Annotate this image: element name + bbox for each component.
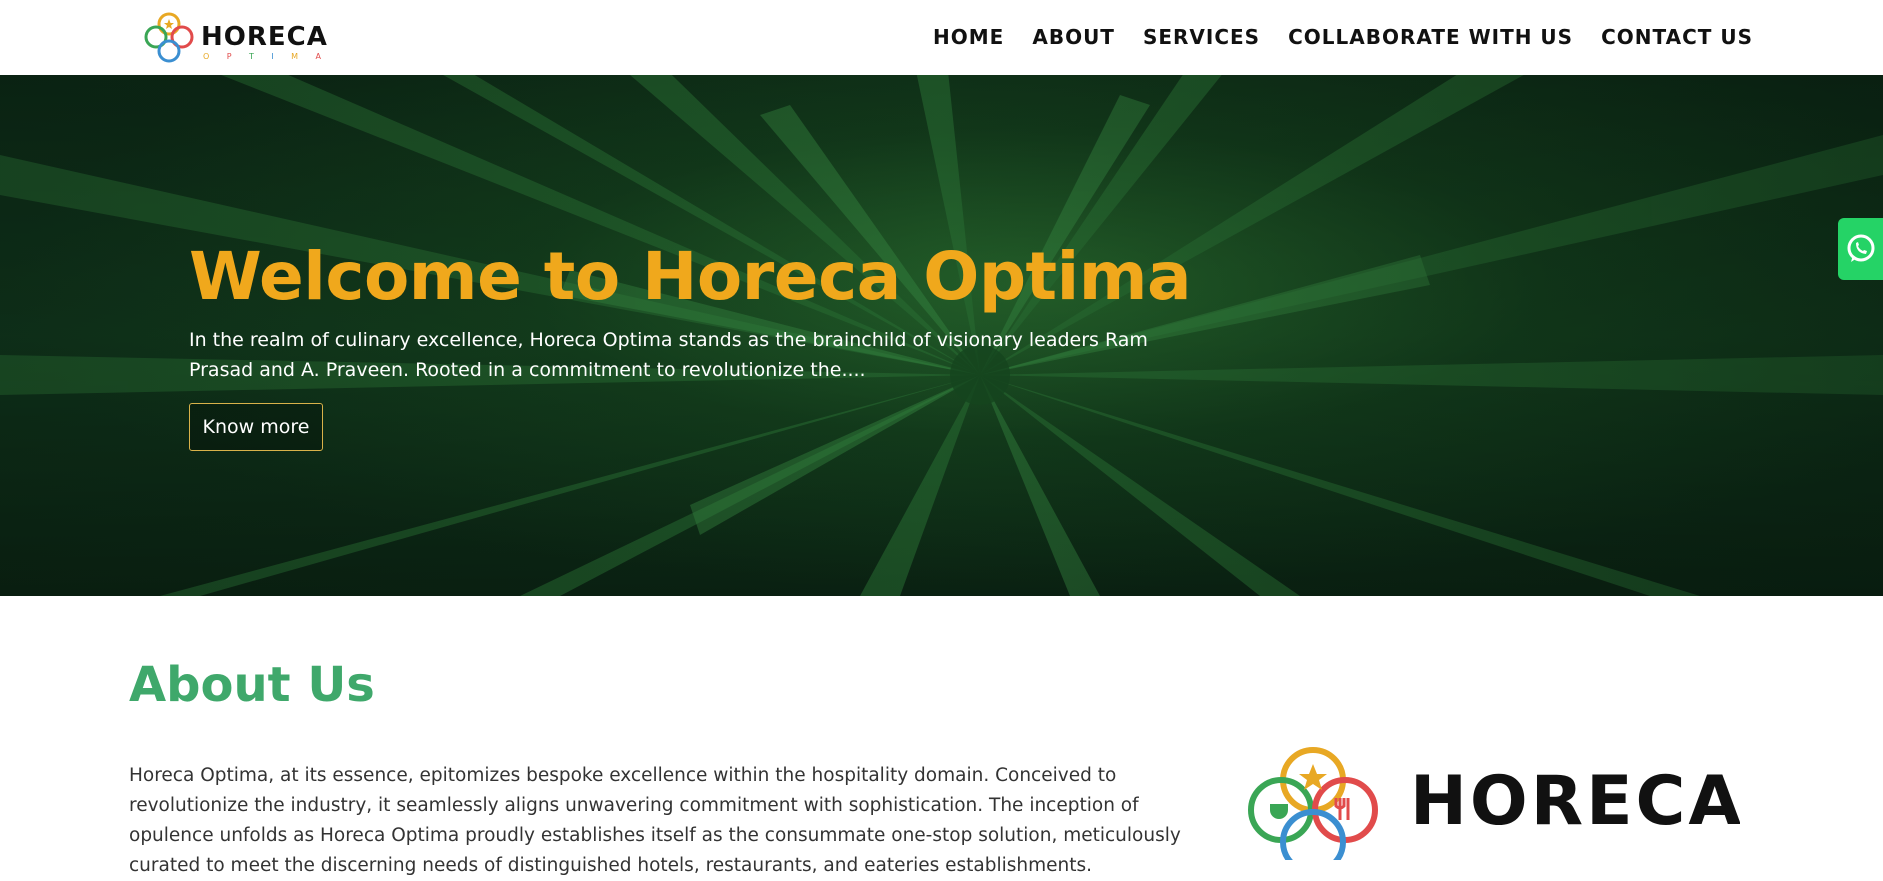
logo-tagline-letter: P	[226, 52, 232, 61]
logo-tagline-letter: A	[315, 52, 321, 61]
nav-services[interactable]: SERVICES	[1143, 22, 1260, 52]
logo-tagline-letter: I	[271, 52, 274, 61]
about-logo-wordmark: HORECA	[1410, 762, 1740, 841]
hero-description: In the realm of culinary excellence, Hor…	[189, 329, 1148, 381]
nav-contact[interactable]: CONTACT US	[1601, 22, 1753, 52]
logo-tagline-letter: O	[203, 52, 210, 61]
whatsapp-button[interactable]	[1838, 218, 1883, 280]
logo-wordmark: HORECA	[201, 22, 328, 52]
whatsapp-icon	[1847, 234, 1874, 262]
nav-about[interactable]: ABOUT	[1032, 22, 1115, 52]
about-title: About Us	[129, 657, 375, 713]
logo-tagline-letter: T	[249, 52, 254, 61]
hero-title: Welcome to Horeca Optima	[189, 238, 1192, 315]
about-description: Horeca Optima, at its essence, epitomize…	[129, 765, 1181, 876]
know-more-button[interactable]: Know more	[189, 403, 323, 451]
main-nav: HOME ABOUT SERVICES COLLABORATE WITH US …	[933, 22, 1753, 52]
nav-collaborate[interactable]: COLLABORATE WITH US	[1288, 22, 1573, 52]
brand-logo[interactable]: HORECA O P T I M A	[139, 10, 327, 66]
site-header: HORECA O P T I M A HOME ABOUT SERVICES C…	[0, 0, 1883, 75]
about-brand-logo: HORECA	[1240, 742, 1740, 860]
logo-tagline-letter: M	[291, 52, 299, 61]
logo-rings-icon	[1248, 747, 1378, 860]
logo-rings-icon	[144, 12, 194, 63]
hero-banner: Welcome to Horeca Optima In the realm of…	[0, 75, 1883, 596]
logo-tagline: O P T I M A	[203, 52, 321, 62]
nav-home[interactable]: HOME	[933, 22, 1004, 52]
